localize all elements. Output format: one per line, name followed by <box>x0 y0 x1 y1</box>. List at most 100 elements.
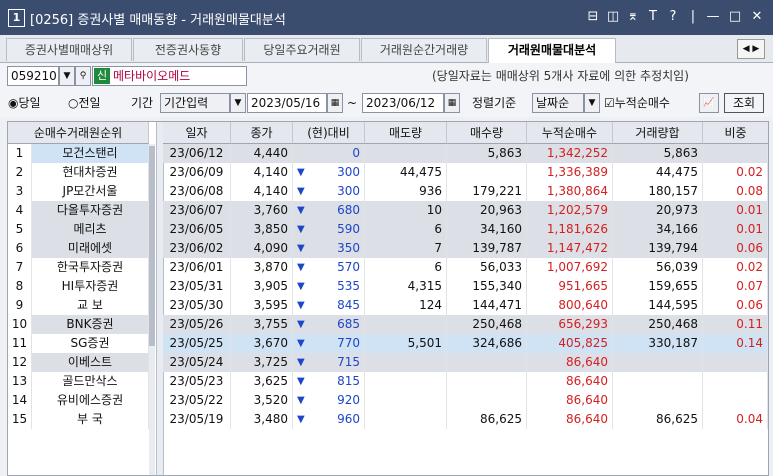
sort-dropdown-icon[interactable]: ▼ <box>584 93 600 113</box>
tab-daily-major[interactable]: 당일주요거래원 <box>244 38 360 61</box>
rank-number: 7 <box>8 258 32 277</box>
broker-name[interactable]: 유비에스증권 <box>32 391 149 410</box>
cell-date: 23/06/02 <box>163 239 231 258</box>
rank-number: 6 <box>8 239 32 258</box>
col-head-rank[interactable]: 순매수거래원순위 <box>8 122 149 144</box>
radio-checked-icon: ◉ <box>8 96 19 110</box>
broker-name[interactable]: 미래에셋 <box>32 239 149 258</box>
broker-name[interactable]: SG증권 <box>32 334 149 353</box>
down-arrow-icon: ▼ <box>297 224 305 235</box>
date-from-input[interactable]: 2023/05/16 <box>247 93 327 113</box>
cell-buy: 250,468 <box>447 315 527 334</box>
col-head-change[interactable]: (현)대비 <box>293 122 365 144</box>
tab-all-brokers[interactable]: 전증권사동향 <box>133 38 243 61</box>
cell-buy: 34,160 <box>447 220 527 239</box>
col-head-close[interactable]: 종가 <box>231 122 293 144</box>
stock-row: 059210 ▼ ⚲ 신 메타바이오메드 (당일자료는 매매상위 5개사 자료에… <box>0 63 773 90</box>
cell-cum: 800,640 <box>527 296 613 315</box>
cell-buy: 139,787 <box>447 239 527 258</box>
period-dropdown-icon[interactable]: ▼ <box>230 93 246 113</box>
broker-name[interactable]: 골드만삭스 <box>32 372 149 391</box>
cell-close: 3,595 <box>231 296 293 315</box>
stock-name-field[interactable]: 신 메타바이오메드 <box>92 66 247 86</box>
broker-name[interactable]: 모건스탠리 <box>32 144 149 163</box>
radio-today[interactable]: ◉당일 <box>8 93 41 113</box>
tab-volume-profile[interactable]: 거래원매물대분석 <box>488 38 616 63</box>
cell-ratio <box>703 144 768 163</box>
cell-vol: 250,468 <box>613 315 703 334</box>
cell-ratio <box>703 353 768 372</box>
stock-name: 메타바이오메드 <box>113 69 191 83</box>
radio-prev-day[interactable]: ○전일 <box>68 93 101 113</box>
stock-code-input[interactable]: 059210 <box>7 66 59 86</box>
broker-name[interactable]: JP모간서울 <box>32 182 149 201</box>
col-head-volume[interactable]: 거래량합 <box>613 122 703 144</box>
help-icon[interactable]: ? <box>664 6 682 28</box>
window-icon[interactable]: ◫ <box>604 6 622 28</box>
down-arrow-icon: ▼ <box>297 338 305 349</box>
cell-vol: 144,595 <box>613 296 703 315</box>
cell-ratio: 0.02 <box>703 258 768 277</box>
cell-sell: 936 <box>365 182 447 201</box>
rank-number: 9 <box>8 296 32 315</box>
broker-name[interactable]: BNK증권 <box>32 315 149 334</box>
left-scrollbar[interactable] <box>149 144 155 475</box>
tab-instant-volume[interactable]: 거래원순간거래량 <box>361 38 487 61</box>
date-tilde: ~ <box>347 96 358 110</box>
pin-icon[interactable]: ⌆ <box>624 6 642 28</box>
broker-name[interactable]: 교 보 <box>32 296 149 315</box>
col-head-sell[interactable]: 매도량 <box>365 122 447 144</box>
sort-select[interactable]: 날짜순 <box>532 93 584 113</box>
code-dropdown-icon[interactable]: ▼ <box>59 66 75 86</box>
cumulative-checkbox[interactable]: ☑누적순매수 <box>604 93 670 113</box>
cell-ratio: 0.01 <box>703 201 768 220</box>
broker-name[interactable]: 다올투자증권 <box>32 201 149 220</box>
cell-vol: 5,863 <box>613 144 703 163</box>
broker-name[interactable]: 메리츠 <box>32 220 149 239</box>
close-icon[interactable]: ✕ <box>748 6 766 28</box>
calendar-from-icon[interactable]: ▦ <box>327 93 343 113</box>
data-grid: 순매수거래원순위 일자 종가 (현)대비 매도량 매수량 누적순매수 거래량합 … <box>7 121 769 476</box>
cell-cum: 1,342,252 <box>527 144 613 163</box>
cell-buy: 56,033 <box>447 258 527 277</box>
broker-name[interactable]: 현대차증권 <box>32 163 149 182</box>
cell-vol <box>613 353 703 372</box>
tab-scroll-arrows[interactable]: ◀ ▶ <box>737 39 765 59</box>
layout-icon[interactable]: ⊟ <box>584 6 602 28</box>
search-icon[interactable]: ⚲ <box>75 66 91 86</box>
cell-date: 23/06/05 <box>163 220 231 239</box>
col-head-date[interactable]: 일자 <box>163 122 231 144</box>
maximize-icon[interactable]: □ <box>726 6 744 28</box>
broker-name[interactable]: HI투자증권 <box>32 277 149 296</box>
cell-ratio <box>703 372 768 391</box>
broker-name[interactable]: 부 국 <box>32 410 149 429</box>
cell-sell <box>365 372 447 391</box>
cell-date: 23/05/31 <box>163 277 231 296</box>
divider: | <box>690 9 696 24</box>
cell-sell <box>365 410 447 429</box>
date-to-input[interactable]: 2023/06/12 <box>362 93 444 113</box>
broker-name[interactable]: 이베스트 <box>32 353 149 372</box>
cell-ratio <box>703 391 768 410</box>
cell-vol: 56,039 <box>613 258 703 277</box>
cell-vol: 159,655 <box>613 277 703 296</box>
query-button[interactable]: 조회 <box>724 93 764 113</box>
cell-date: 23/05/30 <box>163 296 231 315</box>
col-head-ratio[interactable]: 비중 <box>703 122 768 144</box>
calendar-to-icon[interactable]: ▦ <box>444 93 460 113</box>
cell-vol: 180,157 <box>613 182 703 201</box>
broker-name[interactable]: 한국투자증권 <box>32 258 149 277</box>
tab-broker-top[interactable]: 증권사별매매상위 <box>6 38 132 61</box>
minimize-icon[interactable]: — <box>704 6 722 28</box>
rank-number: 3 <box>8 182 32 201</box>
col-head-buy[interactable]: 매수량 <box>447 122 527 144</box>
cell-cum: 1,181,626 <box>527 220 613 239</box>
font-icon[interactable]: T <box>644 6 662 28</box>
chart-icon[interactable]: 📈 <box>699 93 719 113</box>
cell-close: 3,725 <box>231 353 293 372</box>
cell-date: 23/05/23 <box>163 372 231 391</box>
scroll-thumb[interactable] <box>149 146 155 346</box>
col-head-cumulative[interactable]: 누적순매수 <box>527 122 613 144</box>
period-mode-select[interactable]: 기간입력 <box>160 93 230 113</box>
sort-label: 정렬기준 <box>472 96 517 110</box>
